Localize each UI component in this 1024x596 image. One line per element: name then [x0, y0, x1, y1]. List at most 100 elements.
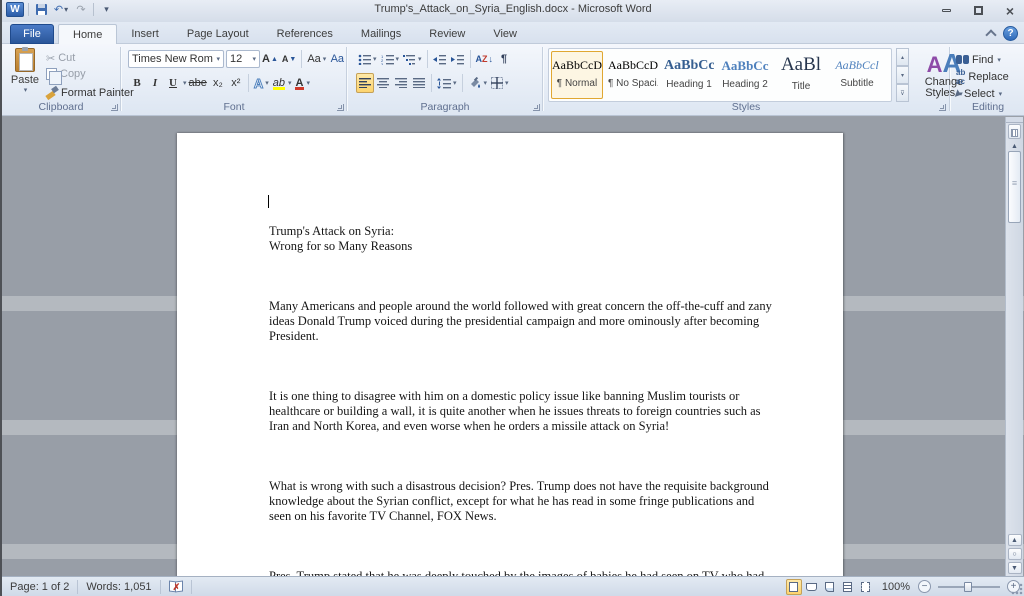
view-print-layout-button[interactable]	[786, 579, 802, 595]
select-icon	[955, 89, 962, 98]
styles-group-label: Styles	[544, 101, 948, 113]
highlight-button[interactable]: ab▾	[271, 73, 294, 93]
tab-review[interactable]: Review	[415, 24, 479, 44]
underline-button[interactable]: U	[164, 73, 182, 93]
zoom-level[interactable]: 100%	[876, 581, 916, 593]
format-painter-icon	[46, 87, 58, 99]
document-heading[interactable]: Trump's Attack on Syria: Wrong for so Ma…	[269, 224, 799, 254]
font-dialog-launcher[interactable]	[337, 104, 344, 111]
tab-home[interactable]: Home	[58, 24, 117, 44]
status-bar: Page: 1 of 2 Words: 1,051 ✗ 100% − +	[2, 576, 1024, 596]
resize-grip[interactable]	[1011, 583, 1023, 595]
ruler-toggle-button[interactable]	[1008, 124, 1021, 139]
change-case-button[interactable]: Aa▾	[305, 49, 328, 69]
align-center-button[interactable]	[374, 73, 392, 93]
bullets-button[interactable]: ▾	[356, 49, 379, 69]
strikethrough-button[interactable]: abe	[187, 73, 209, 93]
paragraph[interactable]: It is one thing to disagree with him on …	[269, 389, 799, 434]
zoom-out-button[interactable]: −	[918, 580, 931, 593]
bold-button[interactable]: B	[128, 73, 146, 93]
text-effects-button[interactable]: A▾	[252, 73, 271, 93]
style-no-spacing[interactable]: AaBbCcDc ¶ No Spaci...	[607, 51, 659, 99]
tab-file[interactable]: File	[10, 24, 54, 44]
paragraph-dialog-launcher[interactable]	[533, 104, 540, 111]
underline-dropdown[interactable]: ▾	[183, 79, 187, 87]
style-heading1[interactable]: AaBbCc Heading 1	[663, 51, 715, 99]
style-normal[interactable]: AaBbCcDc ¶ Normal	[551, 51, 603, 99]
tab-insert[interactable]: Insert	[117, 24, 173, 44]
decrease-indent-button[interactable]	[431, 49, 449, 69]
superscript-button[interactable]: x²	[227, 73, 245, 93]
show-hide-marks-button[interactable]: ¶	[495, 49, 513, 69]
tab-page-layout[interactable]: Page Layout	[173, 24, 263, 44]
font-name-combobox[interactable]: Times New Rom▾	[128, 50, 224, 68]
tab-references[interactable]: References	[263, 24, 347, 44]
styles-scroll-up[interactable]: ▴	[896, 48, 909, 66]
split-handle[interactable]	[1006, 117, 1023, 123]
web-layout-icon	[825, 582, 834, 592]
zoom-slider-handle[interactable]	[964, 582, 972, 592]
style-heading2[interactable]: AaBbCc Heading 2	[719, 51, 771, 99]
italic-button[interactable]: I	[146, 73, 164, 93]
zoom-slider-track[interactable]	[938, 586, 1000, 588]
collapse-ribbon-icon[interactable]	[985, 29, 996, 40]
borders-button[interactable]: ▾	[489, 73, 511, 93]
clipboard-dialog-launcher[interactable]	[111, 104, 118, 111]
previous-page-button[interactable]: ▲	[1008, 534, 1022, 546]
close-button[interactable]: ×	[1002, 4, 1018, 17]
font-size-combobox[interactable]: 12▾	[226, 50, 260, 68]
paragraph[interactable]: Pres. Trump stated that he was deeply to…	[269, 569, 799, 576]
clipboard-group: Paste ▾ ✂ Cut Copy Format Painter Clipbo…	[2, 46, 120, 114]
increase-indent-button[interactable]	[449, 49, 467, 69]
numbering-button[interactable]: 123▾	[379, 49, 402, 69]
clear-formatting-button[interactable]: Aa	[328, 49, 346, 69]
page-count[interactable]: Page: 1 of 2	[2, 580, 77, 594]
subscript-button[interactable]: x₂	[209, 73, 227, 93]
style-title[interactable]: AaBl Title	[775, 51, 827, 99]
line-spacing-button[interactable]: ▾	[435, 73, 459, 93]
view-draft-button[interactable]	[858, 579, 874, 595]
clipboard-group-label: Clipboard	[2, 101, 120, 113]
document-text[interactable]: Trump's Attack on Syria: Wrong for so Ma…	[269, 194, 799, 576]
document-page[interactable]: Trump's Attack on Syria: Wrong for so Ma…	[177, 133, 843, 576]
tab-mailings[interactable]: Mailings	[347, 24, 415, 44]
paragraph[interactable]: What is wrong with such a disastrous dec…	[269, 479, 799, 524]
vertical-scrollbar[interactable]: ▲ ▲ ○ ▼	[1005, 117, 1023, 576]
style-subtitle[interactable]: AaBbCcl Subtitle	[831, 51, 883, 99]
paragraph[interactable]: Many Americans and people around the wor…	[269, 299, 799, 344]
select-button[interactable]: Select▾	[956, 85, 1009, 102]
justify-button[interactable]	[410, 73, 428, 93]
scrollbar-thumb[interactable]	[1008, 151, 1021, 223]
view-outline-button[interactable]	[840, 579, 856, 595]
word-window: W ↶▾ ↷ ▾ Trump's_Attack_on_Syria_English…	[0, 0, 1024, 596]
find-icon	[956, 55, 969, 64]
replace-button[interactable]: abac Replace	[956, 68, 1009, 85]
shrink-font-button[interactable]: A▼	[280, 49, 298, 69]
shading-button[interactable]: ▾	[466, 73, 490, 93]
proofing-errors-icon[interactable]: ✗	[169, 581, 183, 592]
select-browse-object-button[interactable]: ○	[1008, 548, 1022, 560]
sort-button[interactable]: AZ↓	[474, 49, 496, 69]
find-button[interactable]: Find▾	[956, 51, 1009, 68]
styles-scroll-down[interactable]: ▾	[896, 66, 909, 84]
view-web-layout-button[interactable]	[822, 579, 838, 595]
copy-button[interactable]: Copy	[46, 66, 134, 82]
grow-font-button[interactable]: A▲	[260, 49, 280, 69]
minimize-button[interactable]	[938, 4, 954, 17]
restore-button[interactable]	[970, 4, 986, 17]
cut-button[interactable]: ✂ Cut	[46, 50, 134, 66]
font-color-button[interactable]: A▾	[294, 73, 312, 93]
align-right-button[interactable]	[392, 73, 410, 93]
next-page-button[interactable]: ▼	[1008, 562, 1022, 574]
multilevel-list-button[interactable]: ▾	[401, 49, 424, 69]
tab-view[interactable]: View	[479, 24, 531, 44]
styles-dialog-launcher[interactable]	[939, 104, 946, 111]
help-button[interactable]: ?	[1003, 26, 1018, 41]
format-painter-button[interactable]: Format Painter	[46, 85, 134, 101]
word-count[interactable]: Words: 1,051	[78, 580, 159, 594]
group-divider	[542, 47, 543, 111]
styles-gallery-expand[interactable]: ⊽	[896, 84, 909, 102]
align-left-button[interactable]	[356, 73, 374, 93]
view-fullscreen-reading-button[interactable]	[804, 579, 820, 595]
paste-button[interactable]: Paste ▾	[8, 48, 42, 108]
